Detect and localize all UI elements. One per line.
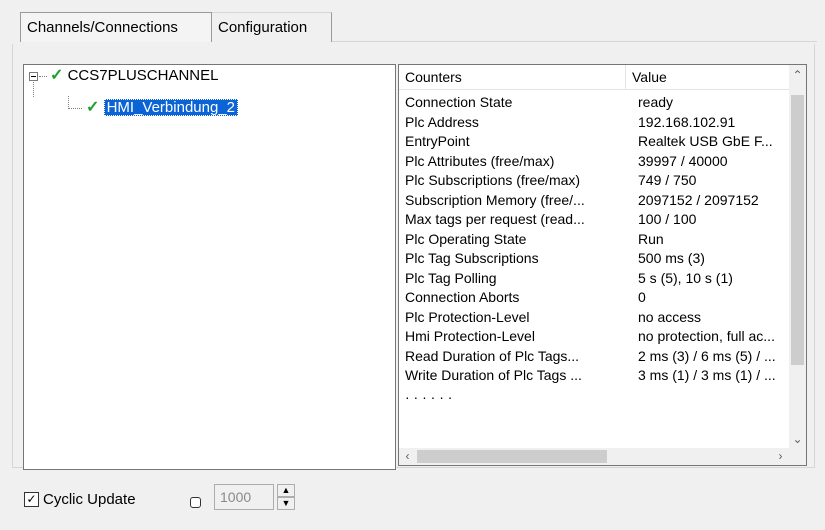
counter-value: 100 / 100 — [638, 211, 697, 227]
list-row[interactable]: Plc Protection-Level no access — [399, 308, 789, 328]
counter-value: Realtek USB GbE F... — [638, 133, 773, 149]
list-row-partial: · · · · · · — [399, 386, 789, 400]
list-rows: Connection State ready Plc Address 192.168.… — [399, 93, 789, 400]
cyclic-update-label[interactable]: Cyclic Update — [43, 491, 136, 508]
counter-value: no access — [638, 308, 702, 325]
scrollbar-thumb[interactable] — [791, 95, 804, 365]
counter-value: Run — [638, 230, 664, 247]
list-row[interactable]: Plc Operating State Run — [399, 230, 789, 250]
counter-value: 3 ms (1) / 3 ms (1) / ... — [638, 367, 776, 383]
counter-name: Connection Aborts — [405, 289, 520, 305]
counter-name: Plc Tag Polling — [405, 269, 497, 286]
list-row[interactable]: Read Duration of Plc Tags... 2 ms (3) / 6… — [399, 347, 789, 367]
counter-value: 2097152 / 2097152 — [638, 191, 759, 208]
counter-value: 500 ms (3) — [638, 250, 705, 266]
scroll-up-icon[interactable]: ⌃ — [789, 68, 806, 82]
cyclic-update-checkbox[interactable]: ✓ — [24, 492, 39, 507]
check-icon: ✓ — [86, 99, 100, 116]
tree-connector — [39, 76, 47, 77]
counter-name: EntryPoint — [405, 133, 470, 149]
scroll-down-icon[interactable]: ⌄ — [789, 432, 806, 446]
vertical-scrollbar[interactable]: ⌃ ⌄ — [789, 65, 806, 448]
list-row[interactable]: Max tags per request (read... 100 / 100 — [399, 210, 789, 230]
scroll-left-icon[interactable]: ‹ — [399, 448, 416, 465]
horizontal-scrollbar[interactable]: ‹ › — [399, 448, 789, 465]
tree-node-root[interactable]: ✓ CCS7PLUSCHANNEL — [50, 66, 218, 86]
counter-name: Plc Attributes (free/max) — [405, 152, 555, 169]
column-header-counters[interactable]: Counters — [399, 65, 626, 89]
counter-name: Subscription Memory (free/... — [405, 191, 585, 208]
spin-up-button[interactable]: ▲ — [277, 484, 295, 497]
counter-name: Plc Protection-Level — [405, 308, 530, 325]
list-row[interactable]: Plc Attributes (free/max) 39997 / 40000 — [399, 152, 789, 172]
check-icon: ✓ — [50, 67, 64, 84]
counter-value: 2 ms (3) / 6 ms (5) / ... — [638, 347, 776, 364]
counter-name: Max tags per request (read... — [405, 211, 585, 227]
scroll-right-icon[interactable]: › — [772, 448, 789, 465]
counter-value: ready — [638, 94, 674, 110]
counter-value: no protection, full ac... — [638, 328, 775, 344]
column-header-value[interactable]: Value — [626, 65, 796, 89]
counter-name: Plc Operating State — [405, 230, 527, 247]
counter-name: Read Duration of Plc Tags... — [405, 347, 580, 364]
list-row[interactable]: Plc Subscriptions (free/max) 749 / 750 — [399, 171, 789, 191]
counter-name: Write Duration of Plc Tags ... — [405, 367, 582, 383]
list-row[interactable]: Plc Tag Subscriptions 500 ms (3) — [399, 249, 789, 269]
tab-configuration[interactable]: Configuration — [212, 12, 332, 42]
counter-name: Connection State — [405, 94, 513, 110]
collapse-icon[interactable] — [29, 72, 38, 81]
counter-name: Plc Tag Subscriptions — [405, 250, 539, 266]
counter-value: 39997 / 40000 — [638, 152, 728, 169]
list-row[interactable]: Hmi Protection-Level no protection, full … — [399, 327, 789, 347]
list-row[interactable]: Connection Aborts 0 — [399, 288, 789, 308]
list-row[interactable]: Plc Address 192.168.102.91 — [399, 113, 789, 133]
tree-node-label: CCS7PLUSCHANNEL — [67, 67, 219, 84]
counters-list[interactable]: Counters Value Connection State ready Plc … — [398, 64, 807, 466]
counter-name: Hmi Protection-Level — [405, 328, 535, 344]
counter-value: 0 — [638, 289, 646, 305]
status-indicator-icon — [190, 497, 201, 508]
tree-node-child[interactable]: ✓ HMI_Verbindung_2 — [86, 98, 239, 118]
connection-tree[interactable]: ✓ CCS7PLUSCHANNEL ✓ HMI_Verbindung_2 — [23, 64, 396, 470]
list-header: Counters Value — [399, 65, 789, 90]
counter-value: 749 / 750 — [638, 172, 697, 188]
list-row[interactable]: Subscription Memory (free/... 2097152 / 2… — [399, 191, 789, 211]
list-row[interactable]: Plc Tag Polling 5 s (5), 10 s (1) — [399, 269, 789, 289]
counter-name: Plc Address — [405, 113, 479, 130]
scrollbar-thumb[interactable] — [417, 450, 607, 463]
tree-node-label-selected: HMI_Verbindung_2 — [103, 99, 239, 116]
counter-value: 192.168.102.91 — [638, 113, 736, 130]
tree-connector — [33, 82, 34, 97]
list-row[interactable]: Connection State ready — [399, 93, 789, 113]
tab-channels-connections[interactable]: Channels/Connections — [20, 12, 212, 42]
list-row[interactable]: Write Duration of Plc Tags ... 3 ms (1) /… — [399, 366, 789, 386]
counter-name: Plc Subscriptions (free/max) — [405, 172, 581, 188]
tree-connector — [68, 108, 82, 109]
counter-value: 5 s (5), 10 s (1) — [638, 269, 733, 286]
list-row[interactable]: EntryPoint Realtek USB GbE F... — [399, 132, 789, 152]
interval-input[interactable]: 1000 — [214, 484, 274, 510]
scroll-corner — [789, 448, 806, 465]
tab-strip-line — [332, 41, 817, 42]
spin-down-button[interactable]: ▼ — [277, 497, 295, 510]
